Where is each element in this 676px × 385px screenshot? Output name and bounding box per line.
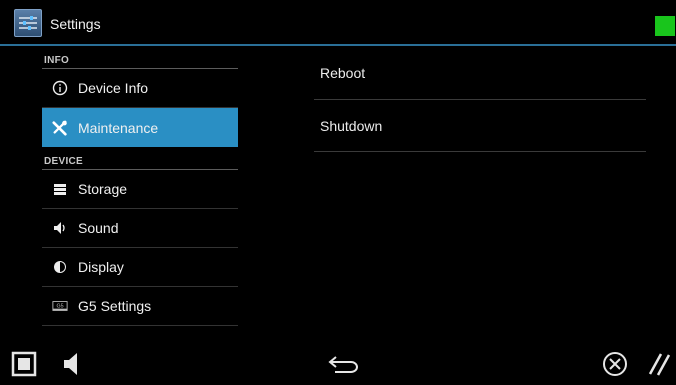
storage-icon <box>52 181 68 197</box>
wrench-icon <box>52 120 68 136</box>
speaker-icon <box>52 220 68 236</box>
action-bar: Settings <box>0 0 676 46</box>
app-title: Settings <box>50 16 101 32</box>
brightness-icon <box>52 259 68 275</box>
status-indicator <box>655 16 675 36</box>
sidebar-item-device-info[interactable]: Device Info <box>42 69 238 108</box>
reboot-item[interactable]: Reboot <box>314 46 646 100</box>
sidebar-item-maintenance[interactable]: Maintenance <box>42 108 238 147</box>
sidebar-item-label: Sound <box>78 220 119 236</box>
sidebar-item-storage[interactable]: Storage <box>42 170 238 209</box>
sidebar-item-g5-settings[interactable]: G5 G5 Settings <box>42 287 238 326</box>
section-header-device: DEVICE <box>42 147 238 170</box>
sidebar-item-label: Storage <box>78 181 128 197</box>
sidebar-item-label: Display <box>78 259 124 275</box>
sidebar-item-label: Maintenance <box>78 119 159 136</box>
sidebar-item-sound[interactable]: Sound <box>42 209 238 248</box>
section-header-info: INFO <box>42 46 238 69</box>
sidebar: INFO Device Info Maintenance DEVICE Stor… <box>42 46 238 342</box>
settings-content: INFO Device Info Maintenance DEVICE Stor… <box>0 46 676 342</box>
g5-icon: G5 <box>52 298 68 314</box>
svg-text:G5: G5 <box>56 303 63 309</box>
sidebar-item-label: Device Info <box>78 80 149 96</box>
close-icon[interactable] <box>600 349 630 379</box>
back-icon[interactable] <box>326 350 362 378</box>
sidebar-item-display[interactable]: Display <box>42 248 238 287</box>
resize-grip-icon[interactable] <box>646 349 674 379</box>
info-icon <box>52 80 68 96</box>
settings-sliders-icon[interactable] <box>14 9 42 37</box>
home-square-icon[interactable] <box>10 350 38 378</box>
sidebar-item-label: G5 Settings <box>78 298 152 314</box>
maintenance-list: Reboot Shutdown <box>314 46 646 152</box>
volume-icon[interactable] <box>60 349 84 379</box>
system-navbar <box>0 342 676 385</box>
shutdown-item[interactable]: Shutdown <box>314 100 646 152</box>
